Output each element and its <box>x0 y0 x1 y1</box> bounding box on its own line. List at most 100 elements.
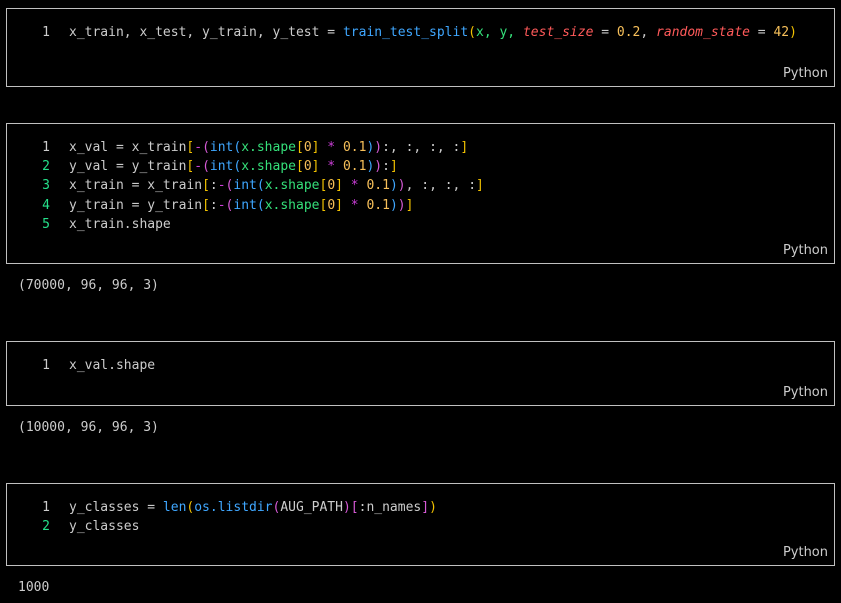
code-token: 0 <box>303 159 312 175</box>
code-token: 0.1 <box>342 159 367 175</box>
code-line[interactable]: 1 x_val.shape <box>7 356 834 375</box>
code-cell-4[interactable]: 1 y_classes = len(os.listdir(AUG_PATH)[:n… <box>6 483 835 566</box>
code-line[interactable]: 2 y_classes <box>7 517 834 536</box>
code-token: * <box>342 197 367 213</box>
language-label[interactable]: Python <box>783 66 828 81</box>
language-label[interactable]: Python <box>783 243 828 258</box>
line-number: 2 <box>42 519 50 535</box>
code-token: , <box>640 25 657 40</box>
code-token: 0 <box>303 140 312 155</box>
code-token: 0.1 <box>366 197 390 213</box>
language-label[interactable]: Python <box>783 385 828 400</box>
line-number: 1 <box>42 25 50 40</box>
code-token: - <box>217 197 226 213</box>
code-line[interactable]: 1 x_train, x_test, y_train, y_test = trai… <box>7 23 834 42</box>
code-token: ( <box>256 197 265 213</box>
code-token: ) <box>789 25 797 40</box>
code-text: x_val = x_train[-(int(x.shape[0] * 0.1))… <box>69 138 468 157</box>
code-token: os.listdir <box>194 500 273 515</box>
code-editor[interactable]: 1 x_train, x_test, y_train, y_test = trai… <box>7 23 834 42</box>
line-number: 5 <box>42 216 50 232</box>
code-token: , :, :, : <box>405 178 477 194</box>
language-label[interactable]: Python <box>783 545 828 560</box>
code-token: ) <box>389 197 398 213</box>
code-token: y_classes <box>69 519 140 535</box>
code-token: AUG_PATH <box>280 500 343 515</box>
line-number: 1 <box>42 500 50 515</box>
code-token: 0 <box>327 197 336 213</box>
code-token: :n_names <box>358 500 422 515</box>
code-token: 0.2 <box>616 25 641 40</box>
code-token: y_classes = <box>69 500 163 515</box>
code-token: x_train, x_test, y_train, y_test = <box>69 25 343 40</box>
code-token: * <box>342 178 367 194</box>
code-text: y_classes = len(os.listdir(AUG_PATH)[:n_… <box>69 498 437 517</box>
cell-output: (70000, 96, 96, 3) <box>18 278 159 293</box>
code-cell-3[interactable]: 1 x_val.shape Python <box>6 341 835 406</box>
code-token: - <box>194 159 203 175</box>
code-token: ] <box>335 197 343 213</box>
code-text: x_train.shape <box>69 215 171 234</box>
cell-output: (10000, 96, 96, 3) <box>18 420 159 435</box>
code-text: x_train = x_train[:-(int(x.shape[0] * 0.… <box>69 176 484 195</box>
code-token: x.shape <box>264 178 320 194</box>
code-editor[interactable]: 1 x_val.shape <box>7 356 834 375</box>
code-token: ) <box>374 159 383 175</box>
code-token: int <box>209 159 234 175</box>
code-token: = <box>593 25 617 40</box>
code-token: : <box>382 159 390 175</box>
line-number: 4 <box>42 197 50 213</box>
code-token: [ <box>296 140 304 155</box>
code-token: = <box>749 25 774 40</box>
code-token: - <box>194 140 203 155</box>
code-editor[interactable]: 1 y_classes = len(os.listdir(AUG_PATH)[:n… <box>7 498 834 536</box>
code-token: x.shape <box>241 140 296 155</box>
code-token: ) <box>374 140 383 155</box>
code-token: ] <box>335 178 343 194</box>
code-token: * <box>319 159 343 175</box>
code-line[interactable]: 1 x_val = x_train[-(int(x.shape[0] * 0.1)… <box>7 138 834 157</box>
code-token: int <box>209 140 234 155</box>
code-token: x_val.shape <box>69 358 156 373</box>
code-token: train_test_split <box>342 25 469 40</box>
code-token: test_size <box>522 25 594 40</box>
code-editor[interactable]: 1 x_val = x_train[-(int(x.shape[0] * 0.1)… <box>7 138 834 234</box>
code-text: x_val.shape <box>69 356 155 375</box>
code-token: [ <box>296 159 304 175</box>
code-token: 42 <box>773 25 790 40</box>
code-token: int <box>233 178 257 194</box>
code-cell-1[interactable]: 1 x_train, x_test, y_train, y_test = trai… <box>6 8 835 87</box>
code-token: * <box>319 140 343 155</box>
line-number: 1 <box>42 358 50 373</box>
line-number: 3 <box>42 178 50 194</box>
code-line[interactable]: 3 x_train = x_train[:-(int(x.shape[0] * 0… <box>7 176 834 195</box>
code-line[interactable]: 1 y_classes = len(os.listdir(AUG_PATH)[:n… <box>7 498 834 517</box>
code-token: ( <box>202 159 210 175</box>
code-token: 0.1 <box>366 178 390 194</box>
code-token: - <box>217 178 226 194</box>
code-token: y_train = y_train <box>69 197 203 213</box>
code-token: x_train = x_train <box>69 178 203 194</box>
code-line[interactable]: 2 y_val = y_train[-(int(x.shape[0] * 0.1)… <box>7 157 834 176</box>
code-token: ] <box>476 178 484 194</box>
code-token: : <box>209 197 218 213</box>
code-text: x_train, x_test, y_train, y_test = train… <box>69 23 797 42</box>
code-token: ) <box>342 500 351 515</box>
code-token: ( <box>202 140 210 155</box>
code-token: :, :, :, : <box>382 140 461 155</box>
code-token: x.shape <box>241 159 296 175</box>
code-text: y_val = y_train[-(int(x.shape[0] * 0.1))… <box>69 157 398 176</box>
code-cell-2[interactable]: 1 x_val = x_train[-(int(x.shape[0] * 0.1)… <box>6 123 835 264</box>
code-token: int <box>233 197 257 213</box>
code-line[interactable]: 5 x_train.shape <box>7 215 834 234</box>
code-token: random_state <box>656 25 750 40</box>
code-token: [ <box>202 197 210 213</box>
code-line[interactable]: 4 y_train = y_train[:-(int(x.shape[0] * 0… <box>7 196 834 215</box>
line-number: 2 <box>42 159 50 175</box>
code-token: : <box>209 178 218 194</box>
code-token: 0 <box>327 178 336 194</box>
code-text: y_train = y_train[:-(int(x.shape[0] * 0.… <box>69 196 413 215</box>
cell-output: 1000 <box>18 580 50 595</box>
code-token: ] <box>389 159 398 175</box>
code-token: ] <box>405 197 414 213</box>
